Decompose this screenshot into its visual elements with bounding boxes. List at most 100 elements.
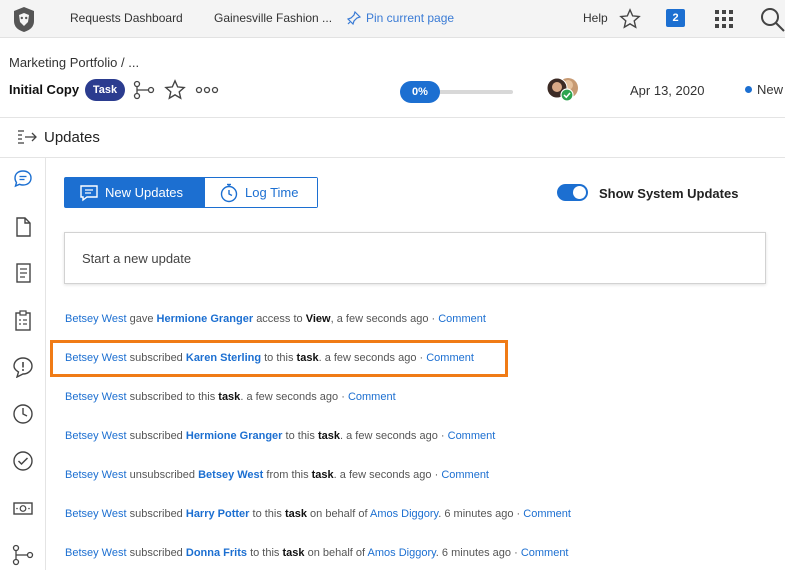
show-system-updates-label: Show System Updates xyxy=(599,186,739,201)
feed-target-link[interactable]: Harry Potter xyxy=(186,508,250,520)
feed-item: Betsey West subscribed to this task. a f… xyxy=(65,391,396,403)
feed-time: a few seconds ago xyxy=(346,430,438,442)
progress-track xyxy=(430,90,513,94)
feed-target-link[interactable]: Hermione Granger xyxy=(186,430,283,442)
time-icon[interactable] xyxy=(12,403,34,425)
feed-actor-link[interactable]: Betsey West xyxy=(65,430,127,442)
status-indicator[interactable]: New xyxy=(745,82,783,97)
help-link[interactable]: Help xyxy=(583,11,608,25)
details-icon[interactable] xyxy=(12,262,34,284)
feed-verb: subscribed xyxy=(129,547,183,559)
feed-verb: gave xyxy=(129,313,154,325)
highlight-box xyxy=(50,340,508,377)
updates-chat-icon[interactable] xyxy=(12,168,34,190)
notifications-badge[interactable]: 2 xyxy=(666,9,685,27)
pin-current-page-button[interactable]: Pin current page xyxy=(347,11,454,25)
feed-punct: . xyxy=(333,469,337,481)
section-title: Updates xyxy=(44,129,100,146)
tab-new-updates[interactable]: New Updates xyxy=(65,178,204,207)
feed-punct: , xyxy=(330,313,334,325)
lion-logo-icon[interactable] xyxy=(10,5,38,33)
feed-item: Betsey West subscribed Hermione Granger … xyxy=(65,430,496,442)
feed-mid: to this xyxy=(252,508,282,520)
feed-comment-link[interactable]: Comment xyxy=(523,508,571,520)
feed-time: 6 minutes ago xyxy=(441,547,512,559)
hierarchy-icon[interactable] xyxy=(133,80,155,100)
favorite-star-icon[interactable] xyxy=(164,79,186,101)
feed-target-link[interactable]: Hermione Granger xyxy=(157,313,254,325)
feed-comment-link[interactable]: Comment xyxy=(448,430,496,442)
feed-time: a few seconds ago xyxy=(336,313,429,325)
planned-date[interactable]: Apr 13, 2020 xyxy=(630,83,704,98)
feed-verb: subscribed to this xyxy=(129,391,216,403)
feed-extra: on behalf of xyxy=(307,547,366,559)
feed-object: task xyxy=(218,391,241,403)
feed-comment-link[interactable]: Comment xyxy=(438,313,486,325)
feed-actor-link[interactable]: Betsey West xyxy=(65,313,127,325)
collapse-panel-icon[interactable] xyxy=(16,128,38,148)
feed-behalf-link[interactable]: Amos Diggory xyxy=(370,508,438,520)
stopwatch-icon xyxy=(220,183,238,202)
checklist-icon[interactable] xyxy=(12,309,34,331)
approvals-check-icon[interactable] xyxy=(12,450,34,472)
feed-actor-link[interactable]: Betsey West xyxy=(65,469,127,481)
search-icon[interactable] xyxy=(759,6,785,32)
feed-punct: . xyxy=(435,547,439,559)
progress-indicator[interactable]: 0% xyxy=(400,81,440,103)
feed-mid: to this xyxy=(250,547,280,559)
feed-item: Betsey West subscribed Harry Potter to t… xyxy=(65,508,571,520)
update-mode-tabs: New Updates Log Time xyxy=(64,177,318,208)
feed-object: task xyxy=(311,469,334,481)
tab-log-time[interactable]: Log Time xyxy=(204,178,317,207)
status-label: New xyxy=(757,82,784,97)
favorites-star-icon[interactable] xyxy=(619,8,641,30)
hierarchy-rail-icon[interactable] xyxy=(12,544,34,566)
nav-gainesville-fashion[interactable]: Gainesville Fashion ... xyxy=(214,11,332,25)
feed-punct: . xyxy=(438,508,442,520)
global-nav-bar: Requests Dashboard Gainesville Fashion .… xyxy=(0,0,785,38)
feed-object: task xyxy=(282,547,305,559)
feed-time: a few seconds ago xyxy=(339,469,432,481)
header-divider xyxy=(0,117,785,118)
feed-object: View xyxy=(305,313,331,325)
feed-comment-link[interactable]: Comment xyxy=(441,469,489,481)
more-options-icon[interactable] xyxy=(195,86,219,94)
feed-item: Betsey West gave Hermione Granger access… xyxy=(65,313,486,325)
feed-object: task xyxy=(284,508,307,520)
feed-punct: . xyxy=(339,430,344,442)
document-icon[interactable] xyxy=(12,216,34,238)
feed-item: Betsey West unsubscribed Betsey West fro… xyxy=(65,469,489,481)
feed-behalf-link[interactable]: Amos Diggory xyxy=(368,547,436,559)
status-dot xyxy=(745,86,752,93)
app-grid-icon[interactable] xyxy=(714,9,734,29)
tab-log-time-label: Log Time xyxy=(245,185,299,200)
feed-verb: unsubscribed xyxy=(129,469,196,481)
breadcrumb[interactable]: Marketing Portfolio / ... xyxy=(9,55,139,70)
feed-extra: on behalf of xyxy=(310,508,368,520)
pin-icon xyxy=(347,11,361,25)
nav-requests-dashboard[interactable]: Requests Dashboard xyxy=(70,11,183,25)
feed-target-link[interactable]: Betsey West xyxy=(198,469,263,481)
feed-item: Betsey West subscribed Donna Frits to th… xyxy=(65,547,569,559)
feed-mid: access to xyxy=(256,313,303,325)
toggle-knob xyxy=(573,186,586,199)
feed-object: task xyxy=(317,430,340,442)
feed-comment-link[interactable]: Comment xyxy=(521,547,569,559)
feed-actor-link[interactable]: Betsey West xyxy=(65,547,127,559)
feed-actor-link[interactable]: Betsey West xyxy=(65,508,127,520)
feed-mid: to this xyxy=(285,430,315,442)
feed-verb: subscribed xyxy=(129,430,183,442)
section-divider xyxy=(0,157,785,158)
assignees-avatars[interactable] xyxy=(546,77,592,103)
feed-target-link[interactable]: Donna Frits xyxy=(186,547,247,559)
pin-label: Pin current page xyxy=(366,11,455,25)
issues-icon[interactable] xyxy=(12,356,34,378)
feed-actor-link[interactable]: Betsey West xyxy=(65,391,127,403)
show-system-updates-toggle[interactable] xyxy=(557,184,588,201)
feed-mid: from this xyxy=(266,469,309,481)
new-update-input[interactable]: Start a new update xyxy=(64,232,766,284)
object-type-badge: Task xyxy=(85,79,125,101)
expenses-icon[interactable] xyxy=(12,497,34,519)
feed-verb: subscribed xyxy=(129,508,183,520)
feed-comment-link[interactable]: Comment xyxy=(348,391,396,403)
